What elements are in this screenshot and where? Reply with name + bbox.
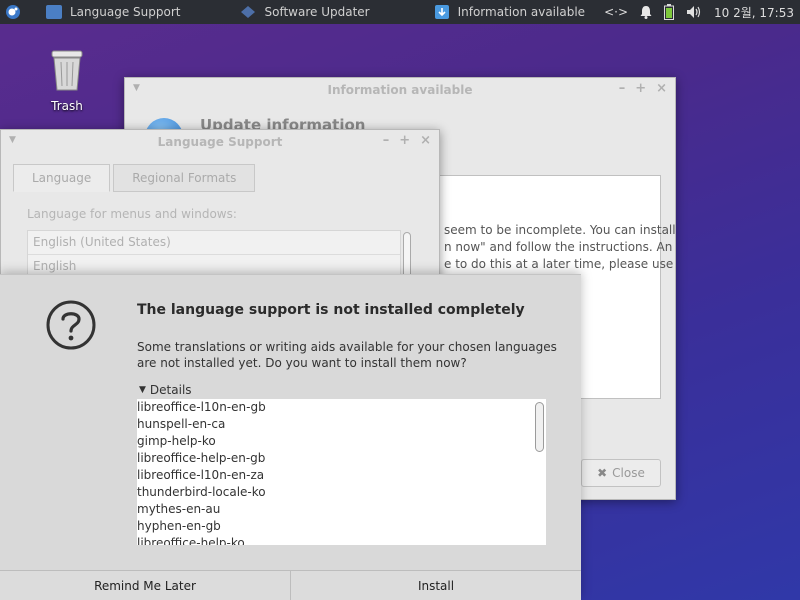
language-incomplete-dialog: The language support is not installed co… <box>0 274 581 600</box>
close-x-icon: ✖ <box>597 466 608 480</box>
list-item: libreoffice-help-ko <box>137 536 245 545</box>
task-information-available[interactable]: Information available <box>424 0 595 24</box>
download-info-icon <box>434 5 449 19</box>
list-item: libreoffice-l10n-en-gb <box>137 400 266 414</box>
close-icon[interactable]: × <box>420 133 431 148</box>
dialog-button-bar: Remind Me Later Install <box>0 570 581 600</box>
window-menu-icon[interactable]: ▼ <box>133 83 140 93</box>
system-tray: <·> 10 2월, 17:53 <box>604 4 800 21</box>
software-updater-icon <box>241 6 256 18</box>
install-button[interactable]: Install <box>290 571 581 600</box>
language-support-window: ▼ Language Support – + × Language Region… <box>0 129 440 289</box>
clock[interactable]: 10 2월, 17:53 <box>714 4 794 21</box>
window-title: Information available <box>327 83 473 97</box>
maximize-icon[interactable]: + <box>635 81 646 96</box>
task-language-support[interactable]: Language Support <box>36 0 190 24</box>
window-menu-icon[interactable]: ▼ <box>9 135 16 145</box>
list-item: hyphen-en-gb <box>137 519 221 533</box>
package-list-scrollbar[interactable] <box>535 402 544 452</box>
task-label: Information available <box>457 5 586 19</box>
list-item: libreoffice-help-en-gb <box>137 451 266 465</box>
list-item: hunspell-en-ca <box>137 417 226 431</box>
list-item: mythes-en-au <box>137 502 221 516</box>
network-icon[interactable]: <·> <box>604 5 628 19</box>
remind-me-later-button[interactable]: Remind Me Later <box>0 571 290 600</box>
triangle-down-icon: ▼ <box>139 385 146 395</box>
minimize-icon[interactable]: – <box>383 133 390 148</box>
details-label: Details <box>149 383 192 397</box>
trash-label: Trash <box>51 99 83 113</box>
window-title: Language Support <box>157 135 283 149</box>
language-list: English (United States) English <box>27 230 401 280</box>
language-item[interactable]: English (United States) <box>28 231 400 255</box>
package-list[interactable]: libreoffice-l10n-en-gb hunspell-en-ca gi… <box>137 399 546 545</box>
info-text-line: e to do this at a later time, please use <box>444 257 674 271</box>
lang-tabs: Language Regional Formats <box>13 164 256 192</box>
list-item: libreoffice-l10n-en-za <box>137 468 265 482</box>
minimize-icon[interactable]: – <box>619 81 626 96</box>
task-software-updater[interactable]: Software Updater <box>230 0 379 24</box>
close-button[interactable]: ✖ Close <box>581 459 661 487</box>
close-button-label: Close <box>612 466 645 480</box>
tab-language[interactable]: Language <box>13 164 111 192</box>
list-item: thunderbird-locale-ko <box>137 485 266 499</box>
dialog-heading: The language support is not installed co… <box>137 302 525 318</box>
info-text-line: n now" and follow the instructions. An <box>444 240 673 254</box>
tab-regional-formats[interactable]: Regional Formats <box>113 164 256 192</box>
lang-window-titlebar[interactable]: ▼ Language Support – + × <box>1 130 439 154</box>
details-expander[interactable]: ▼ Details <box>139 383 192 397</box>
whisker-menu-button[interactable] <box>0 0 26 24</box>
info-window-titlebar[interactable]: ▼ Information available – + × <box>125 78 675 102</box>
battery-icon[interactable] <box>664 4 675 20</box>
language-support-icon <box>46 5 62 19</box>
dialog-body: Some translations or writing aids availa… <box>137 340 557 370</box>
trash-icon <box>51 50 83 91</box>
top-panel: Language Support Software Updater Inform… <box>0 0 800 24</box>
notification-bell-icon[interactable] <box>640 5 652 19</box>
info-text-line: seem to be incomplete. You can install <box>444 223 676 237</box>
question-icon <box>46 300 96 350</box>
close-icon[interactable]: × <box>656 81 667 96</box>
language-section-label: Language for menus and windows: <box>27 207 237 221</box>
maximize-icon[interactable]: + <box>399 133 410 148</box>
desktop-trash[interactable]: Trash <box>34 48 100 113</box>
list-item: gimp-help-ko <box>137 434 216 448</box>
volume-icon[interactable] <box>686 5 702 19</box>
task-label: Software Updater <box>264 5 370 19</box>
xubuntu-mouse-icon <box>6 5 20 19</box>
task-label: Language Support <box>70 5 181 19</box>
